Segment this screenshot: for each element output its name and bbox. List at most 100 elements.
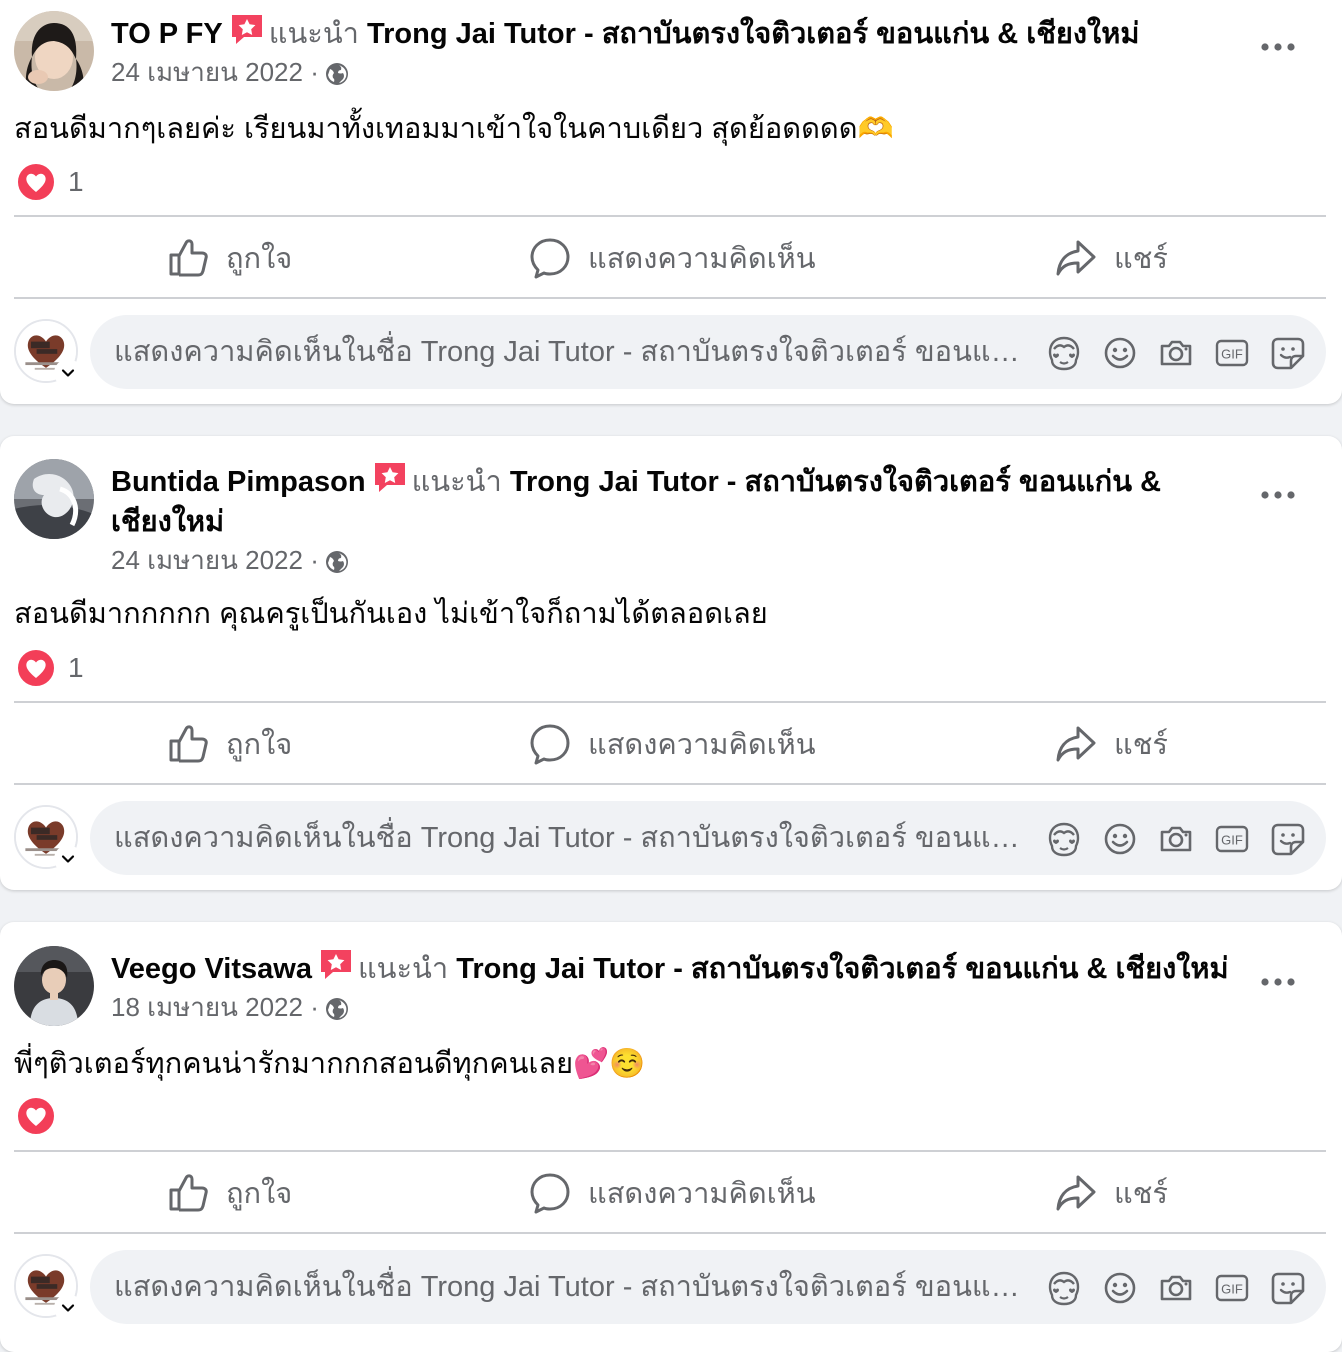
comment-composer: แสดงความคิดเห็นในชื่อ Trong Jai Tutor - … — [14, 315, 1326, 389]
reaction-summary[interactable]: 1 — [16, 648, 84, 688]
composer-tools — [1026, 821, 1306, 857]
recommend-badge-icon — [318, 946, 354, 982]
avatar-sticker-button[interactable] — [1046, 335, 1082, 371]
like-label: ถูกใจ — [226, 1178, 293, 1210]
recommend-badge-icon — [372, 459, 408, 495]
share-label: แชร์ — [1114, 243, 1168, 275]
reaction-summary[interactable] — [16, 1096, 68, 1136]
comment-placeholder: แสดงความคิดเห็นในชื่อ Trong Jai Tutor - … — [114, 336, 1024, 368]
post-text: สอนดีมากๆเลยค่ะ เรียนมาทั้งเทอมมาเข้าใจใ… — [14, 113, 894, 145]
comment-button[interactable]: แสดงความคิดเห็น — [528, 1153, 816, 1233]
author-avatar[interactable] — [14, 11, 94, 91]
recommends-label: แนะนำ — [411, 466, 502, 498]
post-header: TO P FY แนะนำ Trong Jai Tutor - สถาบันตรง… — [111, 11, 1241, 54]
avatar-sticker-icon — [1046, 821, 1082, 857]
emoji-button[interactable] — [1102, 335, 1138, 371]
sticker-icon — [1270, 335, 1306, 371]
identity-switcher[interactable] — [56, 847, 80, 871]
post-date[interactable]: 18 เมษายน 2022 · — [111, 992, 319, 1022]
post-meta: 18 เมษายน 2022 · — [111, 990, 349, 1024]
share-button[interactable]: แชร์ — [1054, 218, 1168, 298]
share-label: แชร์ — [1114, 729, 1168, 761]
globe-icon — [325, 550, 349, 574]
emoji-icon — [1102, 335, 1138, 371]
identity-switcher[interactable] — [56, 361, 80, 385]
comment-label: แสดงความคิดเห็น — [588, 729, 816, 761]
comment-label: แสดงความคิดเห็น — [588, 1178, 816, 1210]
author-avatar[interactable] — [14, 459, 94, 539]
divider — [14, 783, 1326, 785]
camera-icon — [1158, 335, 1194, 371]
like-button[interactable]: ถูกใจ — [166, 704, 292, 784]
comment-icon — [528, 236, 572, 280]
comment-button[interactable]: แสดงความคิดเห็น — [528, 704, 816, 784]
page-name-link[interactable]: Trong Jai Tutor - สถาบันตรงใจติวเตอร์ ขอ… — [456, 953, 1228, 985]
like-icon — [166, 236, 210, 280]
more-options-icon[interactable] — [1260, 490, 1296, 500]
comment-input[interactable]: แสดงความคิดเห็นในชื่อ Trong Jai Tutor - … — [90, 1250, 1326, 1324]
reaction-summary[interactable]: 1 — [16, 162, 84, 202]
emoji-button[interactable] — [1102, 821, 1138, 857]
love-reaction-icon — [16, 162, 56, 202]
post-card: Veego Vitsawa แนะนำ Trong Jai Tutor - สถา… — [0, 922, 1342, 1352]
gif-button[interactable] — [1214, 821, 1250, 857]
share-button[interactable]: แชร์ — [1054, 1153, 1168, 1233]
chevron-down-icon — [58, 363, 78, 383]
comment-icon — [528, 722, 572, 766]
post-date[interactable]: 24 เมษายน 2022 · — [111, 57, 319, 87]
comment-label: แสดงความคิดเห็น — [588, 243, 816, 275]
divider — [14, 215, 1326, 217]
gif-button[interactable] — [1214, 335, 1250, 371]
sticker-icon — [1270, 1270, 1306, 1306]
divider — [14, 1150, 1326, 1152]
reaction-count: 1 — [68, 166, 84, 197]
sticker-button[interactable] — [1270, 335, 1306, 371]
post-meta: 24 เมษายน 2022 · — [111, 543, 349, 577]
post-date[interactable]: 24 เมษายน 2022 · — [111, 545, 319, 575]
photo-button[interactable] — [1158, 821, 1194, 857]
like-button[interactable]: ถูกใจ — [166, 1153, 292, 1233]
photo-button[interactable] — [1158, 1270, 1194, 1306]
like-button[interactable]: ถูกใจ — [166, 218, 292, 298]
gif-icon — [1214, 335, 1250, 371]
emoji-button[interactable] — [1102, 1270, 1138, 1306]
like-label: ถูกใจ — [226, 243, 293, 275]
author-avatar[interactable] — [14, 946, 94, 1026]
share-button[interactable]: แชร์ — [1054, 704, 1168, 784]
sticker-button[interactable] — [1270, 1270, 1306, 1306]
recommend-badge-icon — [229, 11, 265, 47]
author-name[interactable]: Veego Vitsawa — [111, 953, 312, 985]
photo-button[interactable] — [1158, 335, 1194, 371]
post-header: Veego Vitsawa แนะนำ Trong Jai Tutor - สถา… — [111, 946, 1241, 989]
recommends-label: แนะนำ — [357, 953, 449, 985]
author-name[interactable]: TO P FY — [111, 18, 223, 50]
avatar-sticker-button[interactable] — [1046, 1270, 1082, 1306]
comment-composer: แสดงความคิดเห็นในชื่อ Trong Jai Tutor - … — [14, 801, 1326, 875]
chevron-down-icon — [58, 849, 78, 869]
share-icon — [1054, 236, 1098, 280]
sticker-button[interactable] — [1270, 821, 1306, 857]
avatar-sticker-button[interactable] — [1046, 821, 1082, 857]
like-label: ถูกใจ — [226, 729, 293, 761]
comment-button[interactable]: แสดงความคิดเห็น — [528, 218, 816, 298]
more-options-icon[interactable] — [1260, 977, 1296, 987]
author-name[interactable]: Buntida Pimpason — [111, 466, 366, 498]
love-reaction-icon — [16, 1096, 56, 1136]
post-card: Buntida Pimpason แนะนำ Trong Jai Tutor - … — [0, 436, 1342, 890]
post-header: Buntida Pimpason แนะนำ Trong Jai Tutor - … — [111, 459, 1241, 542]
comment-input[interactable]: แสดงความคิดเห็นในชื่อ Trong Jai Tutor - … — [90, 315, 1326, 389]
composer-tools — [1026, 1270, 1306, 1306]
emoji-icon — [1102, 821, 1138, 857]
comment-input[interactable]: แสดงความคิดเห็นในชื่อ Trong Jai Tutor - … — [90, 801, 1326, 875]
post-text: พี่ๆติวเตอร์ทุกคนน่ารักมากกกสอนดีทุกคนเล… — [14, 1048, 646, 1080]
comment-placeholder: แสดงความคิดเห็นในชื่อ Trong Jai Tutor - … — [114, 1271, 1024, 1303]
post-card: TO P FY แนะนำ Trong Jai Tutor - สถาบันตรง… — [0, 0, 1342, 404]
post-meta: 24 เมษายน 2022 · — [111, 55, 349, 89]
share-icon — [1054, 722, 1098, 766]
reaction-count: 1 — [68, 652, 84, 683]
gif-button[interactable] — [1214, 1270, 1250, 1306]
page-name-link[interactable]: Trong Jai Tutor - สถาบันตรงใจติวเตอร์ ขอ… — [367, 18, 1139, 50]
more-options-icon[interactable] — [1260, 42, 1296, 52]
identity-switcher[interactable] — [56, 1296, 80, 1320]
divider — [14, 1232, 1326, 1234]
